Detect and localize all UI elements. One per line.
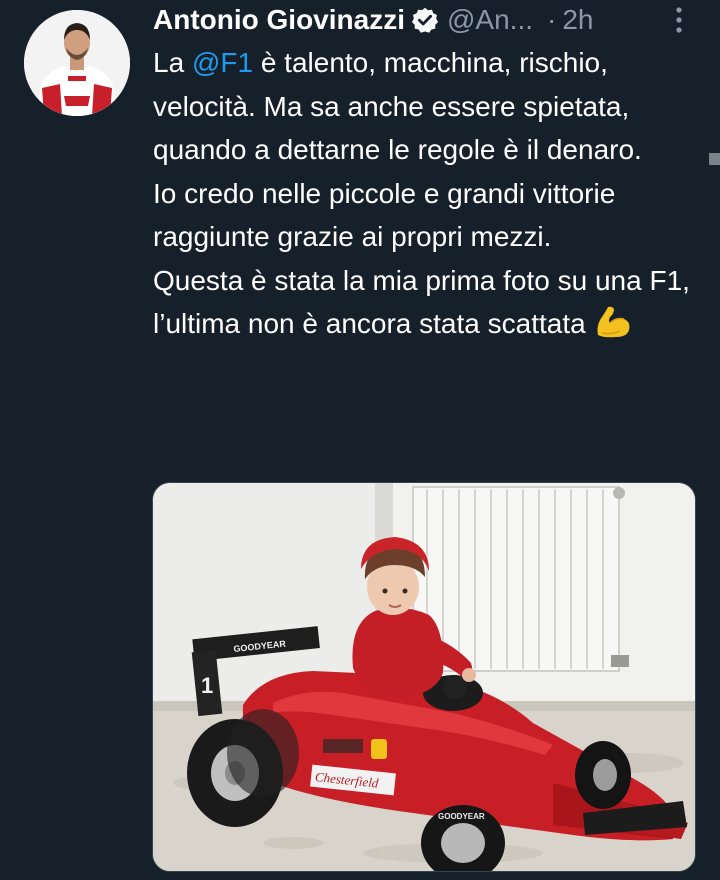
author-handle[interactable]: @An... — [447, 4, 533, 36]
tweet-timestamp[interactable]: 2h — [562, 4, 593, 36]
mention-link[interactable]: @F1 — [192, 47, 253, 78]
flexed-biceps-icon — [594, 305, 632, 352]
tweet-header: Antonio Giovinazzi @An... · 2h — [153, 0, 693, 40]
tweet-paragraph-1: La @F1 è talento, macchina, rischio, vel… — [153, 47, 642, 165]
scrollbar-thumb[interactable] — [709, 153, 720, 165]
tweet-text: La @F1 è talento, macchina, rischio, vel… — [153, 41, 698, 352]
author-name[interactable]: Antonio Giovinazzi — [153, 4, 405, 36]
tire-sponsor: GOODYEAR — [438, 812, 485, 821]
tweet[interactable]: Antonio Giovinazzi @An... · 2h La @F1 è … — [0, 0, 720, 880]
car-number: 1 — [201, 673, 213, 698]
tweet-photo[interactable]: GOODYEAR 1 Chesterfield GOODYEAR — [152, 482, 696, 872]
more-options-icon[interactable] — [669, 4, 689, 36]
tweet-paragraph-2: Io credo nelle piccole e grandi vittorie… — [153, 177, 616, 253]
verified-badge-icon — [411, 6, 439, 34]
tweet-paragraph-3: Questa è stata la mia prima foto su una … — [153, 259, 698, 352]
separator-dot: · — [547, 4, 557, 35]
author-avatar[interactable] — [24, 10, 130, 116]
